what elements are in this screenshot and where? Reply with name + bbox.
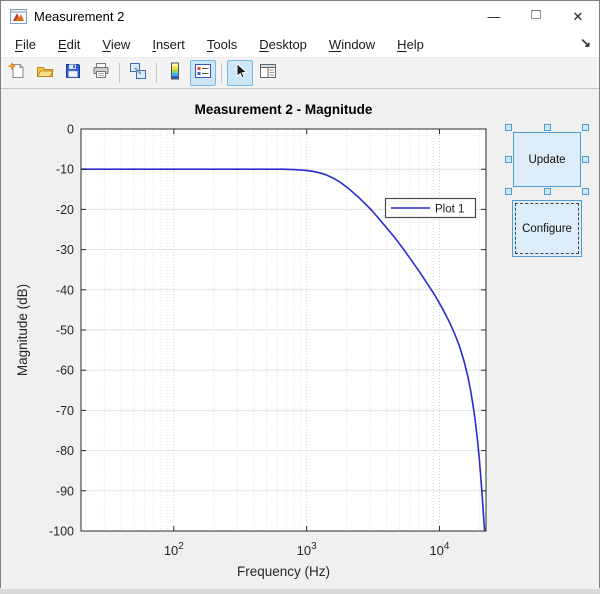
toolbar-separator [156, 63, 157, 83]
x-tick-labels: 102 103 104 [164, 541, 450, 558]
svg-text:-40: -40 [56, 283, 74, 297]
legend[interactable]: Plot 1 [386, 199, 476, 218]
menu-file[interactable]: File [7, 34, 44, 55]
figure-window: Measurement 2 — □ ✕ File Edit View Insert To… [0, 0, 600, 588]
property-inspector-button[interactable] [255, 60, 281, 86]
insert-colorbar-button[interactable] [162, 60, 188, 86]
update-button[interactable]: Update [513, 132, 581, 187]
svg-text:-90: -90 [56, 484, 74, 498]
print-figure-button[interactable] [88, 60, 114, 86]
link-plot-button[interactable] [125, 60, 151, 86]
menu-insert[interactable]: Insert [144, 34, 193, 55]
svg-text:-80: -80 [56, 444, 74, 458]
open-folder-icon [36, 62, 54, 85]
svg-text:103: 103 [297, 541, 317, 558]
svg-text:-100: -100 [49, 525, 74, 539]
menu-tools[interactable]: Tools [199, 34, 245, 55]
matlab-logo-icon [10, 9, 27, 24]
save-icon [64, 62, 82, 85]
configure-button[interactable]: Configure [512, 200, 582, 257]
menu-bar: File Edit View Insert Tools Desktop Window Help… [1, 32, 599, 58]
menu-edit[interactable]: Edit [50, 34, 88, 55]
menu-desktop[interactable]: Desktop [251, 34, 315, 55]
new-document-icon [8, 62, 26, 85]
save-figure-button[interactable] [60, 60, 86, 86]
svg-text:-20: -20 [56, 203, 74, 217]
toolbar-separator [119, 63, 120, 83]
pointer-arrow-icon [231, 62, 249, 85]
y-axis-label: Magnitude (dB) [15, 284, 30, 376]
open-file-button[interactable] [32, 60, 58, 86]
insert-legend-button[interactable] [190, 60, 216, 86]
y-tick-labels: 0 -10 -20 -30 -40 -50 -60 -70 -80 -90 -100 [49, 123, 74, 539]
svg-text:0: 0 [67, 123, 74, 137]
svg-text:-30: -30 [56, 243, 74, 257]
new-figure-button[interactable] [4, 60, 30, 86]
svg-text:-50: -50 [56, 324, 74, 338]
x-axis-label: Frequency (Hz) [237, 564, 330, 579]
figure-canvas: 0-10-20-30-40-50-60-70-80-90-10010210310… [1, 89, 599, 589]
svg-text:104: 104 [429, 541, 449, 558]
print-icon [92, 62, 110, 85]
svg-text:-60: -60 [56, 364, 74, 378]
svg-text:-10: -10 [56, 163, 74, 177]
link-plot-icon [129, 62, 147, 85]
dock-figure-icon[interactable]: ↘ [580, 35, 591, 51]
toolbar-separator [221, 63, 222, 83]
menu-view[interactable]: View [94, 34, 138, 55]
maximize-button[interactable]: □ [515, 0, 557, 30]
svg-text:-70: -70 [56, 404, 74, 418]
legend-label: Plot 1 [435, 204, 464, 216]
close-button[interactable]: ✕ [557, 1, 599, 32]
svg-text:102: 102 [164, 541, 184, 558]
title-bar: Measurement 2 — □ ✕ [1, 1, 599, 32]
menu-help[interactable]: Help [389, 34, 432, 55]
edit-plot-button[interactable] [227, 60, 253, 86]
menu-window[interactable]: Window [321, 34, 383, 55]
magnitude-plot: 0-10-20-30-40-50-60-70-80-90-10010210310… [1, 89, 600, 589]
colorbar-icon [166, 62, 184, 85]
window-title: Measurement 2 [34, 9, 124, 24]
plot-title: Measurement 2 - Magnitude [195, 102, 373, 117]
minimize-button[interactable]: — [473, 1, 515, 32]
figure-toolbar [1, 58, 599, 89]
legend-icon [194, 62, 212, 85]
property-inspector-icon [259, 62, 277, 85]
